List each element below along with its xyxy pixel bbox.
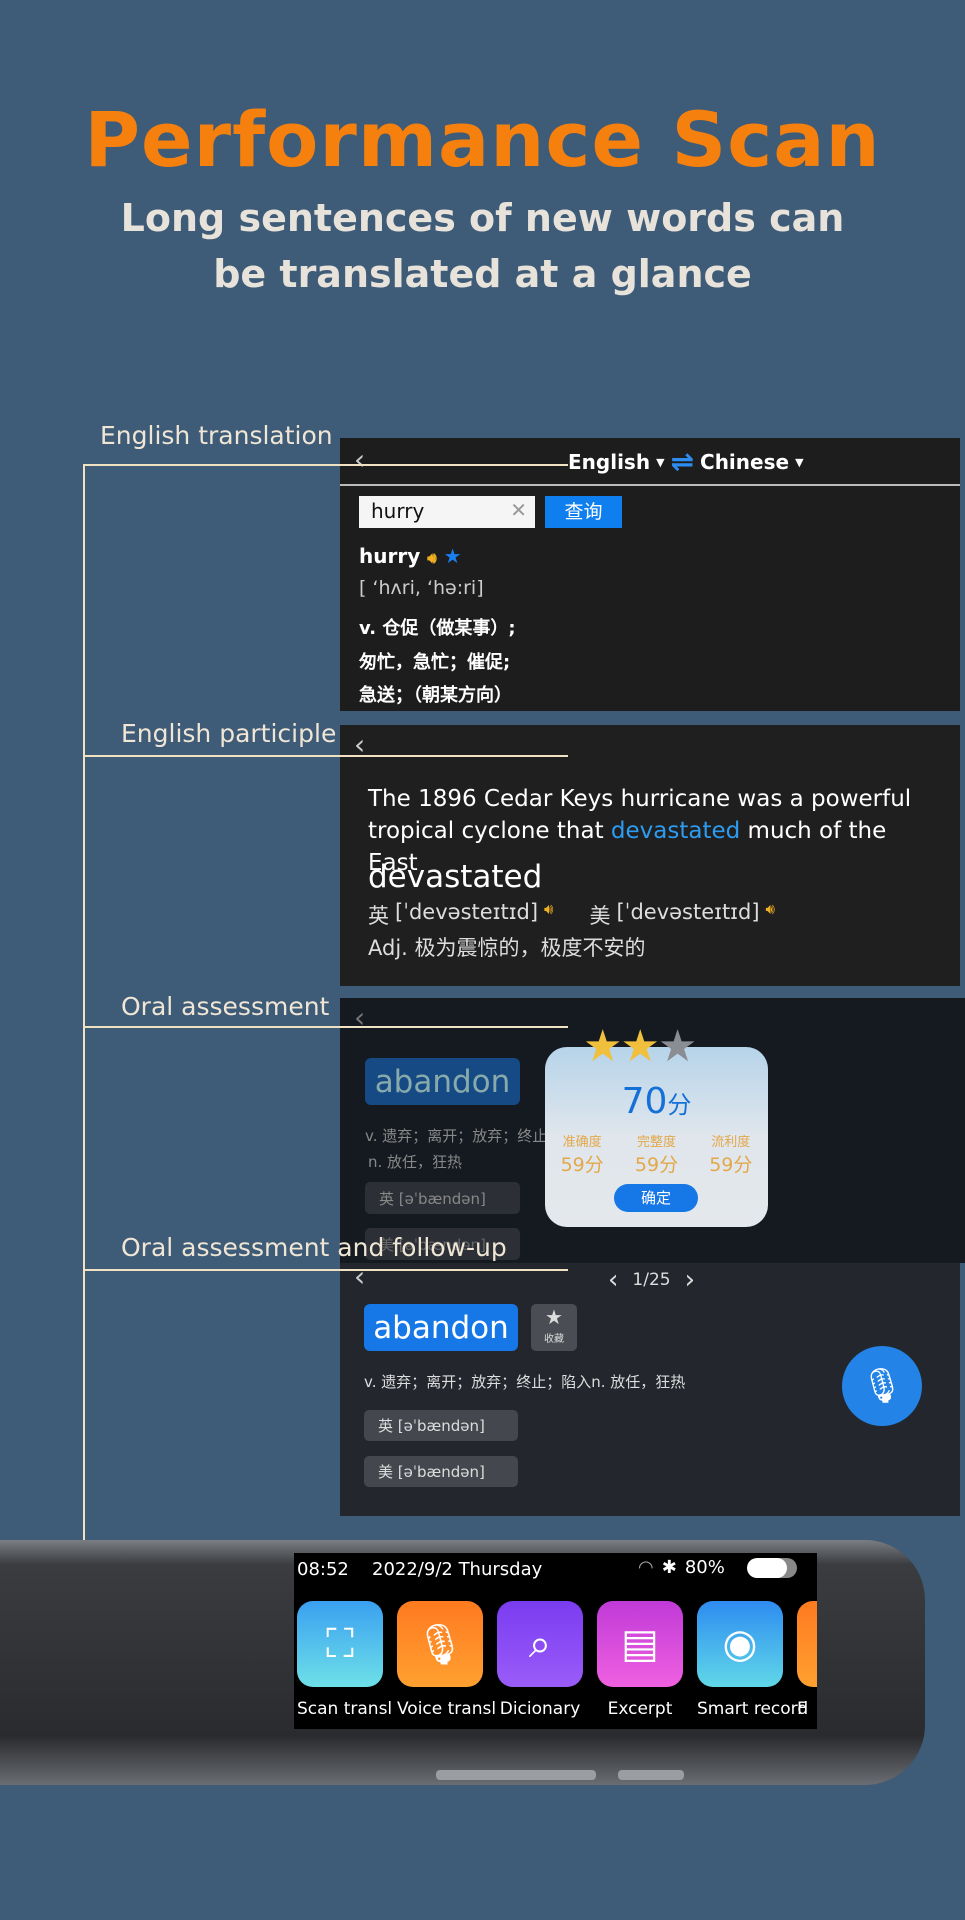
connector-line bbox=[83, 464, 85, 1544]
word-box: abandon bbox=[365, 1058, 520, 1105]
star-rating: ★★★ bbox=[583, 1021, 697, 1072]
prev-icon[interactable]: ‹ bbox=[608, 1265, 618, 1295]
device-button[interactable] bbox=[618, 1770, 684, 1780]
app-scan-transl[interactable]: ⛶ Scan transl bbox=[297, 1601, 392, 1719]
search-input[interactable]: hurry ✕ bbox=[359, 496, 535, 528]
back-icon[interactable]: ‹ bbox=[354, 446, 365, 474]
participle-panel: ‹ The 1896 Cedar Keys hurricane was a po… bbox=[340, 725, 960, 986]
uk-pronunciation[interactable]: 英 [əˈbændən] bbox=[365, 1182, 520, 1214]
microphone-icon: 🎙︎ bbox=[397, 1601, 483, 1687]
connector-line bbox=[83, 1026, 568, 1028]
app-more[interactable]: F bbox=[797, 1601, 817, 1719]
clear-icon[interactable]: ✕ bbox=[510, 498, 527, 522]
divider bbox=[340, 484, 960, 486]
document-icon: ▤ bbox=[597, 1601, 683, 1687]
metric-accuracy: 准确度 59分 bbox=[560, 1135, 604, 1176]
us-label: 美 bbox=[589, 904, 611, 928]
subtitle-line-2: be translated at a glance bbox=[213, 252, 752, 296]
subtitle-line-1: Long sentences of new words can bbox=[120, 196, 845, 240]
star-icon: ★ bbox=[545, 1305, 563, 1329]
query-button[interactable]: 查询 bbox=[545, 496, 622, 528]
microphone-button[interactable]: 🎙︎ bbox=[842, 1346, 922, 1426]
confirm-button[interactable]: 确定 bbox=[614, 1184, 698, 1212]
next-icon[interactable]: › bbox=[685, 1265, 695, 1295]
label-oral-followup: Oral assessment and follow-up bbox=[121, 1233, 507, 1262]
favorite-button[interactable]: ★ 收藏 bbox=[531, 1304, 577, 1351]
target-language[interactable]: Chinese bbox=[700, 450, 789, 474]
score-popup: ★★★ 70分 准确度 59分 完整度 59分 流利度 59分 确定 bbox=[545, 1025, 768, 1227]
time: 08:52 bbox=[297, 1559, 349, 1580]
definition: n. 放任，狂热 bbox=[368, 1153, 463, 1171]
translation-panel: ‹ English ▼ ⇌ Chinese ▼ hurry ✕ 查询 hurry 🔊︎… bbox=[340, 438, 960, 711]
device-button[interactable] bbox=[436, 1770, 596, 1780]
connector-line bbox=[83, 464, 568, 466]
waveform-icon: ◉ bbox=[697, 1601, 783, 1687]
label-english-translation: English translation bbox=[100, 421, 333, 450]
assessment-panel: ‹ abandon v. 遗弃；离开；放弃；终止 n. 放任，狂热 英 [əˈb… bbox=[340, 998, 965, 1263]
definition-line: 急送；（朝某方向） bbox=[359, 685, 512, 706]
us-pronunciation[interactable]: 美 [əˈbændən] bbox=[364, 1456, 518, 1487]
app-voice-transl[interactable]: 🎙︎ Voice transl bbox=[397, 1601, 496, 1719]
word: devastated bbox=[368, 859, 543, 895]
page-indicator: 1/25 bbox=[632, 1270, 671, 1290]
battery-text: 80% bbox=[684, 1557, 725, 1578]
device-screen: 08:52 2022/9/2 Thursday ◠ ✱ 80% ⛶ Scan tran… bbox=[294, 1553, 817, 1729]
wifi-off-icon: ◠ bbox=[638, 1557, 654, 1578]
metric-completeness: 完整度 59分 bbox=[634, 1135, 679, 1176]
uk-label: 英 bbox=[368, 904, 389, 928]
date: 2022/9/2 Thursday bbox=[372, 1559, 543, 1580]
star-icon[interactable]: ★ bbox=[444, 544, 462, 568]
source-language[interactable]: English bbox=[568, 450, 650, 474]
app-excerpt[interactable]: ▤ Excerpt bbox=[597, 1601, 683, 1719]
app-icon bbox=[797, 1601, 817, 1687]
definition-line: 匆忙，急忙；催促; bbox=[359, 652, 511, 673]
swap-icon[interactable]: ⇌ bbox=[671, 448, 694, 476]
word: hurry bbox=[359, 544, 421, 568]
connector-line bbox=[83, 755, 568, 757]
page-title: Performance Scan bbox=[84, 95, 881, 184]
battery-icon bbox=[746, 1557, 797, 1578]
label-oral-assessment: Oral assessment bbox=[121, 992, 330, 1021]
definition: v. 遗弃；离开；放弃；终止 bbox=[365, 1127, 548, 1145]
app-smart-record[interactable]: ◉ Smart record bbox=[697, 1601, 808, 1719]
back-icon[interactable]: ‹ bbox=[354, 1263, 365, 1291]
score: 70分 bbox=[621, 1081, 692, 1122]
speaker-icon[interactable]: 🔊︎ bbox=[544, 900, 553, 930]
label-english-participle: English participle bbox=[121, 719, 337, 748]
highlighted-word[interactable]: devastated bbox=[611, 818, 740, 844]
phonetic: [ ‘hʌri, ‘hə:ri] bbox=[359, 577, 484, 599]
scan-icon: ⛶ bbox=[297, 1601, 383, 1687]
bluetooth-icon: ✱ bbox=[661, 1557, 677, 1578]
followup-panel: ‹ ‹ 1/25 › abandon ★ 收藏 v. 遗弃；离开；放弃；终止；陷入n.… bbox=[340, 1263, 960, 1516]
word-box: abandon bbox=[364, 1304, 518, 1351]
definition: v. 遗弃；离开；放弃；终止；陷入n. 放任，狂热 bbox=[364, 1373, 686, 1391]
search-icon: ⌕ bbox=[497, 1601, 583, 1687]
us-phonetic: [ˈdevəsteɪtɪd] bbox=[616, 900, 760, 924]
definition-line: v. 仓促（做某事）; bbox=[359, 618, 516, 639]
definition: Adj. 极为震惊的，极度不安的 bbox=[368, 936, 646, 960]
connector-line bbox=[83, 1269, 568, 1271]
metric-fluency: 流利度 59分 bbox=[709, 1135, 753, 1176]
app-dictionary[interactable]: ⌕ Dicionary bbox=[497, 1601, 583, 1719]
uk-pronunciation[interactable]: 英 [əˈbændən] bbox=[364, 1410, 518, 1441]
uk-phonetic: [ˈdevəsteɪtɪd] bbox=[395, 900, 539, 924]
speaker-icon[interactable]: 🔊︎ bbox=[766, 900, 775, 930]
speaker-icon[interactable]: 🔊︎ bbox=[427, 549, 436, 567]
